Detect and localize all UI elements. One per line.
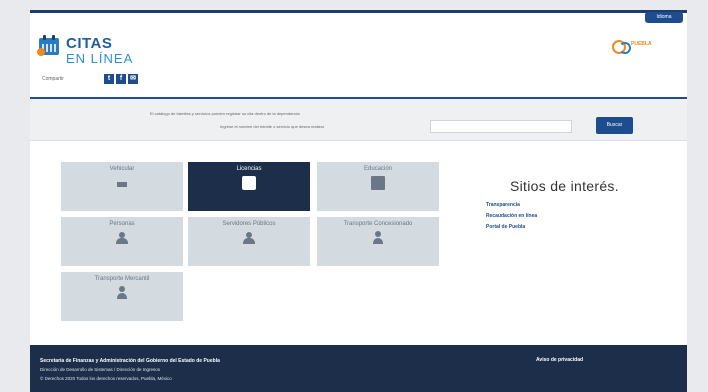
- tile-educacion[interactable]: Educación: [317, 162, 439, 211]
- tile-label: Servidores Públicos: [222, 221, 276, 227]
- footer-organization: Secretaría de Finanzas y Administración …: [40, 358, 220, 364]
- tile-licencias[interactable]: Licencias: [188, 162, 310, 211]
- logo-title: CITAS: [66, 35, 113, 52]
- sidebar-title: Sitios de interés.: [510, 178, 619, 194]
- search-instruction-text: Ingrese el nombre del trámite o servicio…: [220, 124, 325, 129]
- public-servants-icon: [242, 231, 256, 245]
- search-input[interactable]: [430, 120, 572, 133]
- people-icon: [115, 231, 129, 245]
- tile-transporte-concesionado[interactable]: Transporte Concesionado: [317, 217, 439, 266]
- link-portal-de-puebla[interactable]: Portal de Puebla: [486, 224, 525, 230]
- privacy-link[interactable]: Aviso de privacidad: [536, 357, 583, 363]
- tile-vehicular[interactable]: Vehicular: [61, 162, 183, 211]
- tile-label: Licencias: [236, 166, 262, 172]
- tile-servidores-publicos[interactable]: Servidores Públicos: [188, 217, 310, 266]
- footer: Secretaría de Finanzas y Administración …: [30, 345, 687, 392]
- share-label: Compartir: [42, 76, 64, 82]
- link-recaudacion-en-linea[interactable]: Recaudación en línea: [486, 213, 537, 219]
- tile-label: Personas: [109, 221, 135, 227]
- brand-mark-arc: [619, 42, 631, 54]
- brand-text: PUEBLA: [631, 41, 652, 47]
- email-icon[interactable]: ✉: [128, 74, 138, 84]
- car-icon: [115, 176, 129, 190]
- tile-label: Educación: [363, 166, 393, 172]
- footer-copyright: © Derechos 2020 Todos los derechos reser…: [40, 376, 172, 381]
- tile-label: Vehicular: [109, 166, 135, 172]
- footer-department: Dirección de Desarrollo de Sistemas / Di…: [40, 367, 161, 372]
- tile-label: Transporte Concesionado: [343, 221, 413, 227]
- twitter-icon[interactable]: t: [104, 74, 114, 84]
- tile-personas[interactable]: Personas: [61, 217, 183, 266]
- license-card-icon: [242, 176, 256, 190]
- tile-transporte-mercantil[interactable]: Transporte Mercantil: [61, 272, 183, 321]
- page-container: Idioma CITAS EN LÍNEA Compartir t f ✉ PU…: [30, 10, 687, 392]
- citas-en-linea-logo[interactable]: CITAS EN LÍNEA: [37, 32, 159, 70]
- calendar-icon: [37, 35, 59, 56]
- logo-subtitle: EN LÍNEA: [66, 51, 134, 66]
- transport-icon: [371, 231, 385, 245]
- facebook-icon[interactable]: f: [116, 74, 126, 84]
- search-help-text: El catálogo de trámites y servicios pued…: [150, 111, 300, 116]
- top-bar: [30, 10, 687, 13]
- tile-label: Transporte Mercantil: [94, 276, 150, 282]
- language-button[interactable]: Idioma: [645, 12, 683, 23]
- search-button[interactable]: Buscar: [596, 117, 633, 134]
- link-transparencia[interactable]: Transparencia: [486, 202, 520, 208]
- search-section: El catálogo de trámites y servicios pued…: [30, 99, 687, 141]
- cargo-transport-icon: [115, 286, 129, 300]
- puebla-brand-logo[interactable]: PUEBLA: [612, 40, 654, 54]
- education-icon: [371, 176, 385, 190]
